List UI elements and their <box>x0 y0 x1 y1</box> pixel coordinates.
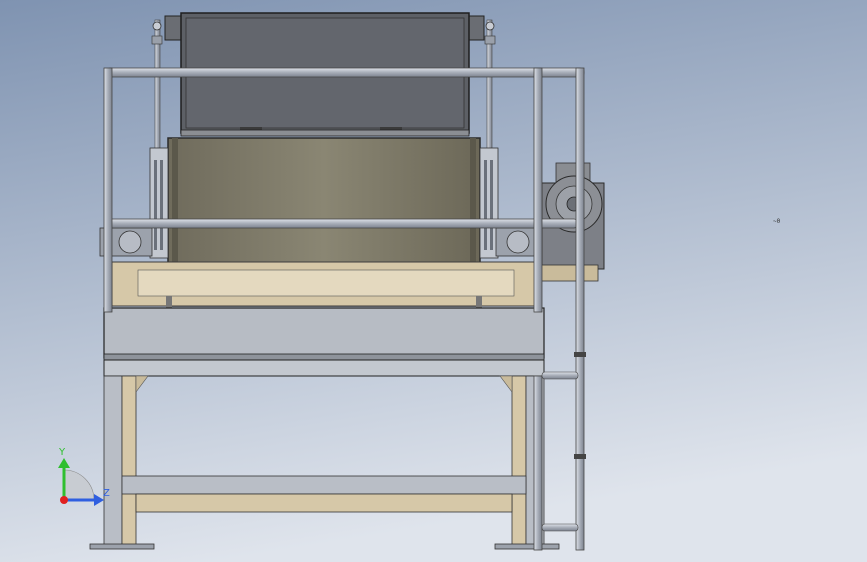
frame-upper <box>111 261 539 310</box>
collection-trough <box>103 307 545 377</box>
z-axis-label: Z <box>103 488 110 499</box>
cad-viewport[interactable]: ~0 Y Z <box>0 0 867 562</box>
y-axis-label: Y <box>58 447 66 458</box>
tiny-marker: ~0 <box>773 218 781 225</box>
cad-model-view[interactable]: ~0 Y Z <box>0 0 867 562</box>
origin-dot <box>60 496 68 504</box>
frame-lower <box>121 475 527 513</box>
